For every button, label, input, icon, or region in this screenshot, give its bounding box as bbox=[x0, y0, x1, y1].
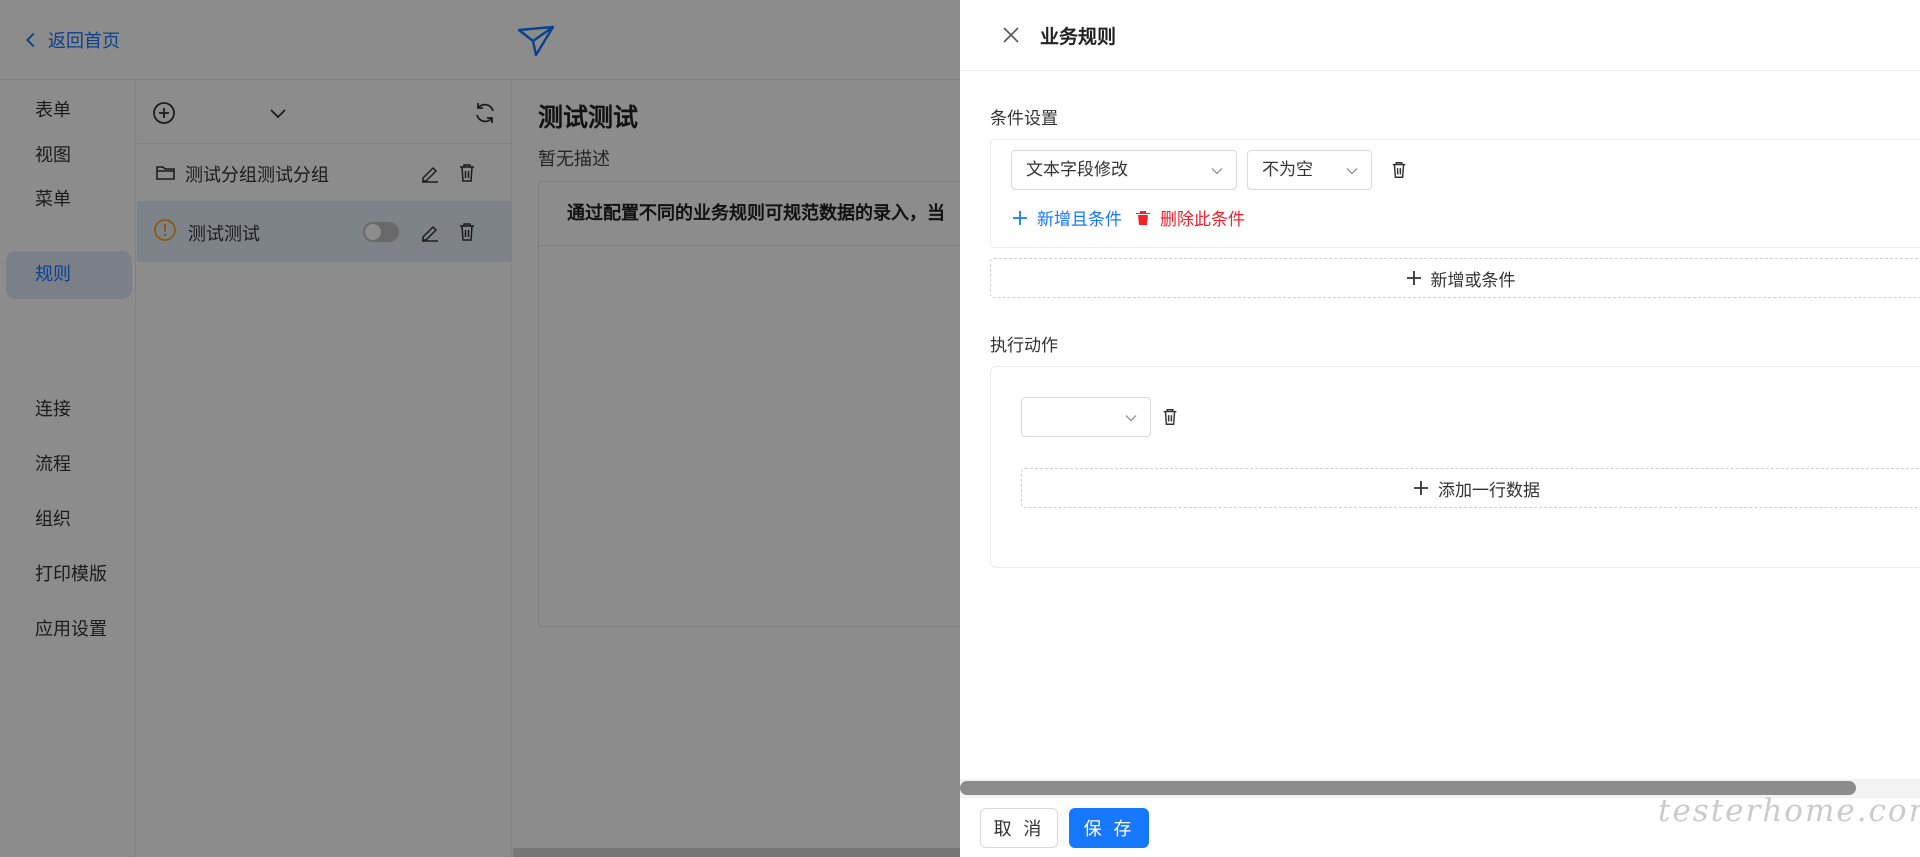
close-icon[interactable] bbox=[1000, 24, 1022, 46]
add-or-condition-label: 新增或条件 bbox=[1430, 270, 1516, 291]
add-or-condition-button[interactable]: 新增或条件 bbox=[990, 258, 1920, 298]
drawer-header: 业务规则 bbox=[960, 0, 1920, 71]
condition-operator-value: 不为空 bbox=[1262, 160, 1313, 180]
action-section-label: 执行动作 bbox=[990, 336, 1058, 356]
plus-icon bbox=[1406, 271, 1421, 285]
save-button[interactable]: 保 存 bbox=[1069, 808, 1149, 848]
delete-icon[interactable] bbox=[1160, 407, 1180, 427]
watermark: testerhome.com bbox=[1658, 793, 1920, 829]
action-group: 添加一行数据 bbox=[990, 366, 1920, 568]
plus-icon bbox=[1414, 481, 1428, 495]
delete-condition-label: 删除此条件 bbox=[1160, 210, 1245, 230]
drawer-title: 业务规则 bbox=[1040, 26, 1117, 48]
condition-operator-select[interactable]: 不为空 bbox=[1247, 150, 1372, 190]
cancel-button[interactable]: 取 消 bbox=[980, 808, 1058, 848]
add-and-condition-label: 新增且条件 bbox=[1037, 210, 1122, 230]
add-data-row-label: 添加一行数据 bbox=[1438, 480, 1540, 501]
trash-filled-icon bbox=[1136, 210, 1150, 225]
add-and-condition-button[interactable]: 新增且条件 bbox=[1011, 205, 1122, 230]
chevron-down-icon bbox=[1346, 168, 1358, 175]
condition-field-value: 文本字段修改 bbox=[1026, 160, 1128, 180]
action-type-select[interactable] bbox=[1021, 397, 1151, 437]
chevron-down-icon bbox=[1211, 168, 1223, 175]
chevron-down-icon bbox=[1125, 415, 1137, 422]
delete-icon[interactable] bbox=[1389, 160, 1409, 180]
condition-group: 文本字段修改 不为空 新增且条件 删除此条件 bbox=[990, 139, 1920, 248]
business-rule-drawer: 业务规则 条件设置 文本字段修改 不为空 新增且条件 删除此条件 新增或条件 执… bbox=[960, 0, 1920, 857]
delete-condition-button[interactable]: 删除此条件 bbox=[1134, 205, 1245, 230]
plus-icon bbox=[1013, 210, 1027, 225]
condition-field-select[interactable]: 文本字段修改 bbox=[1011, 150, 1237, 190]
condition-section-label: 条件设置 bbox=[990, 109, 1058, 129]
add-data-row-button[interactable]: 添加一行数据 bbox=[1021, 468, 1920, 508]
